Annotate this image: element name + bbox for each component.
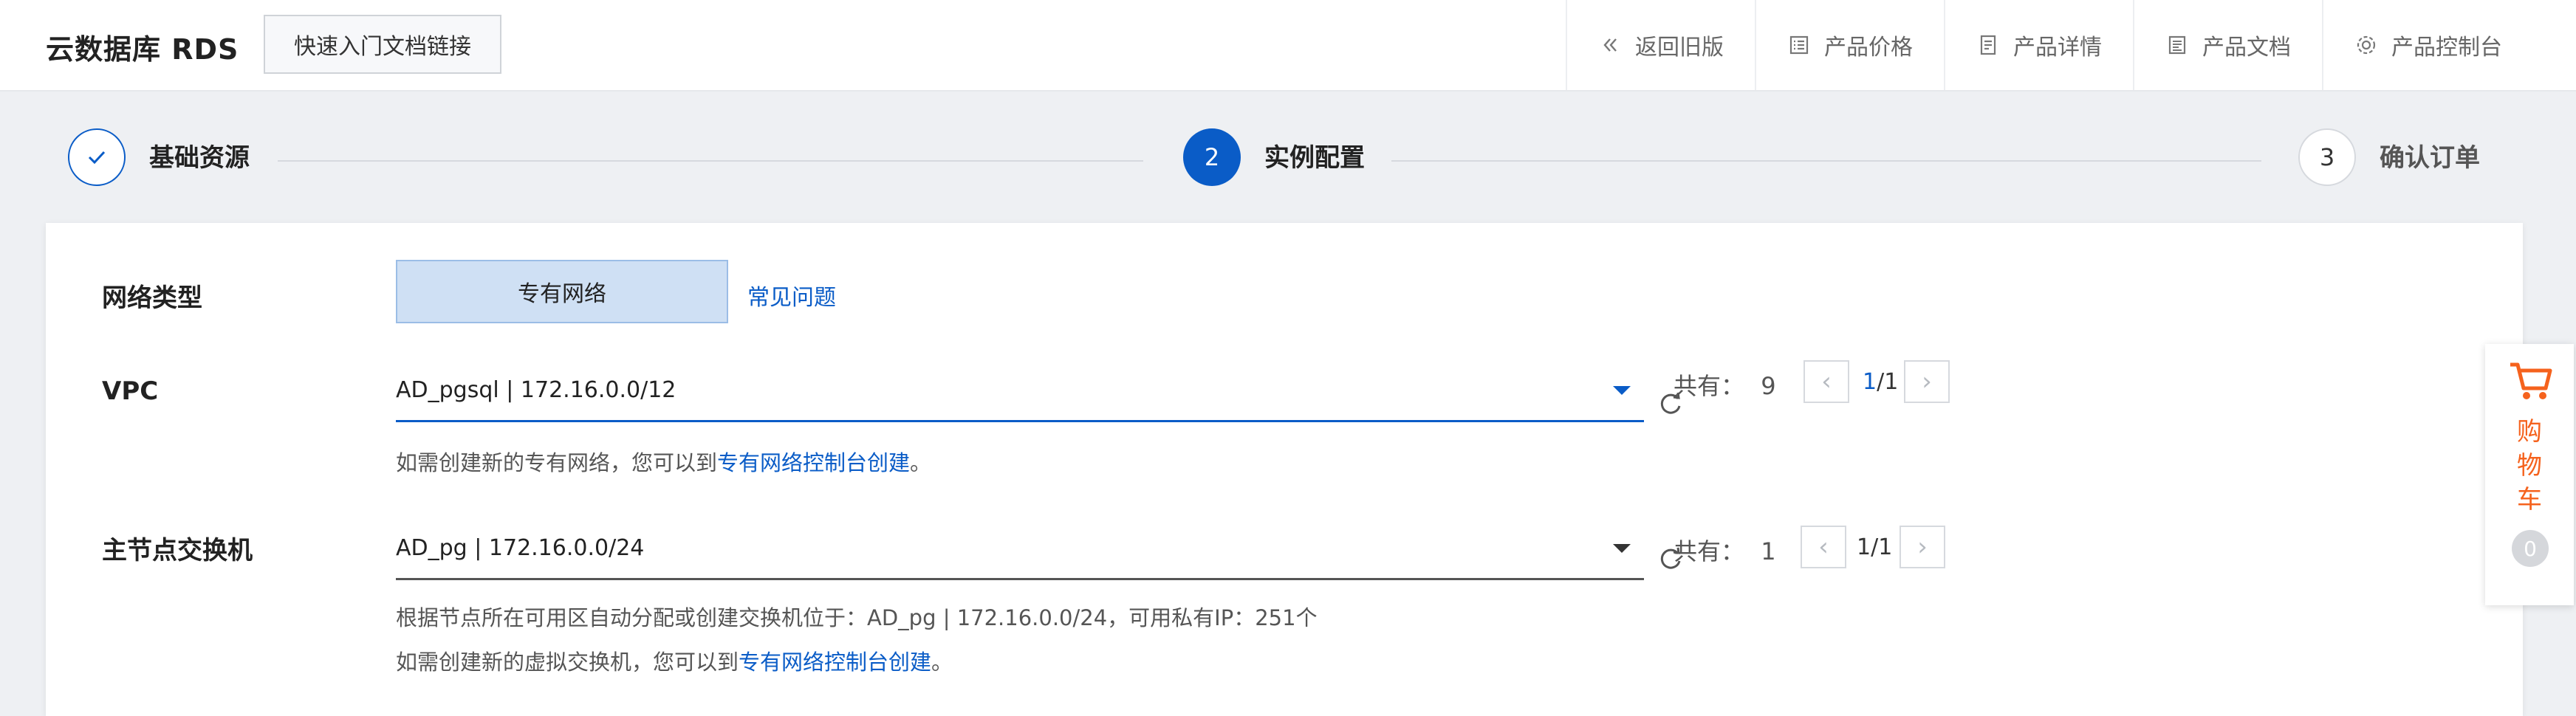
document-icon: [2168, 35, 2186, 55]
step-2-circle: 2: [1183, 128, 1241, 186]
vswitch-info: 根据节点所在可用区自动分配或创建交换机位于：AD_pg | 172.16.0.0…: [396, 605, 1318, 630]
step-3-label: 确认订单: [2380, 143, 2480, 173]
vswitch-next-page-button[interactable]: ›: [1900, 526, 1945, 568]
step-divider: [1391, 160, 2261, 162]
vswitch-page-indicator: 1/1: [1857, 534, 1893, 560]
double-chevron-left-icon: [1603, 38, 1617, 52]
vpc-page-total: /1: [1877, 369, 1899, 395]
vpc-page-indicator: 1/1: [1863, 369, 1898, 395]
step-1-label: 基础资源: [149, 143, 250, 173]
nav-label: 返回旧版: [1635, 35, 1724, 61]
vpc-total-label: 共有：: [1674, 372, 1745, 400]
vpc-select[interactable]: AD_pgsql | 172.16.0.0/12: [396, 360, 1644, 422]
top-bar: 云数据库 RDS 快速入门文档链接 返回旧版 产品价格 产品详情 产品文档 产品…: [0, 0, 2576, 92]
nav-label: 产品详情: [2013, 35, 2102, 61]
checkmark-icon: [88, 151, 106, 165]
detail-doc-icon: [1980, 35, 1996, 55]
quick-start-doc-button[interactable]: 快速入门文档链接: [264, 15, 501, 74]
top-nav: 返回旧版 产品价格 产品详情 产品文档 产品控制台: [1566, 0, 2576, 90]
network-type-label: 网络类型: [102, 283, 202, 313]
vswitch-create-link[interactable]: 专有网络控制台创建: [739, 650, 931, 675]
chevron-down-icon: [1613, 543, 1631, 553]
vpc-total: 共有： 9: [1674, 368, 1776, 402]
product-title: 云数据库 RDS: [46, 33, 239, 66]
nav-label: 产品文档: [2202, 35, 2291, 61]
vpc-hint-text: 如需创建新的专有网络，您可以到: [396, 450, 718, 475]
step-divider: [278, 160, 1143, 162]
vswitch-label: 主节点交换机: [102, 536, 253, 565]
vswitch-select[interactable]: AD_pg | 172.16.0.0/24: [396, 518, 1644, 580]
cart-count-badge: 0: [2512, 530, 2549, 567]
vswitch-hint: 如需创建新的虚拟交换机，您可以到专有网络控制台创建。: [396, 645, 953, 676]
chevron-down-icon: [1613, 385, 1631, 395]
vpc-next-page-button[interactable]: ›: [1904, 360, 1950, 403]
vpc-prev-page-button[interactable]: ‹: [1803, 360, 1849, 403]
vswitch-hint-text: 如需创建新的虚拟交换机，您可以到: [396, 650, 739, 675]
vswitch-total: 共有： 1: [1674, 533, 1776, 567]
nav-product-detail[interactable]: 产品详情: [1944, 0, 2133, 90]
step-1-circle: [68, 128, 126, 186]
step-2-label: 实例配置: [1264, 143, 1365, 173]
cart-icon: [2510, 362, 2552, 399]
vpc-selected-value: AD_pgsql | 172.16.0.0/12: [396, 377, 676, 403]
vpc-page-current: 1: [1863, 369, 1877, 395]
network-option-vpc[interactable]: 专有网络: [396, 260, 728, 323]
nav-product-price[interactable]: 产品价格: [1755, 0, 1944, 90]
step-2-number: 2: [1204, 143, 1220, 171]
nav-product-docs[interactable]: 产品文档: [2133, 0, 2322, 90]
nav-label: 产品价格: [1824, 35, 1913, 61]
vswitch-total-label: 共有：: [1674, 537, 1745, 565]
cart-label-text: 购物车: [2517, 417, 2542, 514]
vswitch-total-count: 1: [1761, 537, 1776, 565]
order-steps: 基础资源 2 实例配置 3 确认订单: [0, 90, 2576, 223]
nav-back-old-version[interactable]: 返回旧版: [1566, 0, 1755, 90]
vpc-hint: 如需创建新的专有网络，您可以到专有网络控制台创建。: [396, 446, 931, 477]
gear-icon: [2357, 35, 2376, 55]
shopping-cart-widget[interactable]: 购物车 0: [2485, 344, 2574, 605]
vpc-total-count: 9: [1761, 372, 1776, 400]
vpc-create-link[interactable]: 专有网络控制台创建: [717, 450, 910, 475]
step-3-number: 3: [2319, 143, 2335, 171]
vswitch-selected-value: AD_pg | 172.16.0.0/24: [396, 535, 645, 561]
vswitch-hint-end: 。: [931, 650, 953, 675]
nav-product-console[interactable]: 产品控制台: [2322, 0, 2576, 90]
cart-label: 购物车: [2485, 415, 2574, 517]
step-3-circle: 3: [2298, 128, 2356, 186]
nav-label: 产品控制台: [2391, 35, 2502, 61]
vpc-label: VPC: [102, 376, 159, 406]
instance-config-card: 网络类型 专有网络 常见问题 VPC AD_pgsql | 172.16.0.0…: [46, 223, 2523, 716]
vpc-hint-end: 。: [910, 450, 932, 475]
price-list-icon: [1789, 35, 1809, 55]
faq-link[interactable]: 常见问题: [747, 279, 836, 311]
vswitch-prev-page-button[interactable]: ‹: [1801, 526, 1846, 568]
